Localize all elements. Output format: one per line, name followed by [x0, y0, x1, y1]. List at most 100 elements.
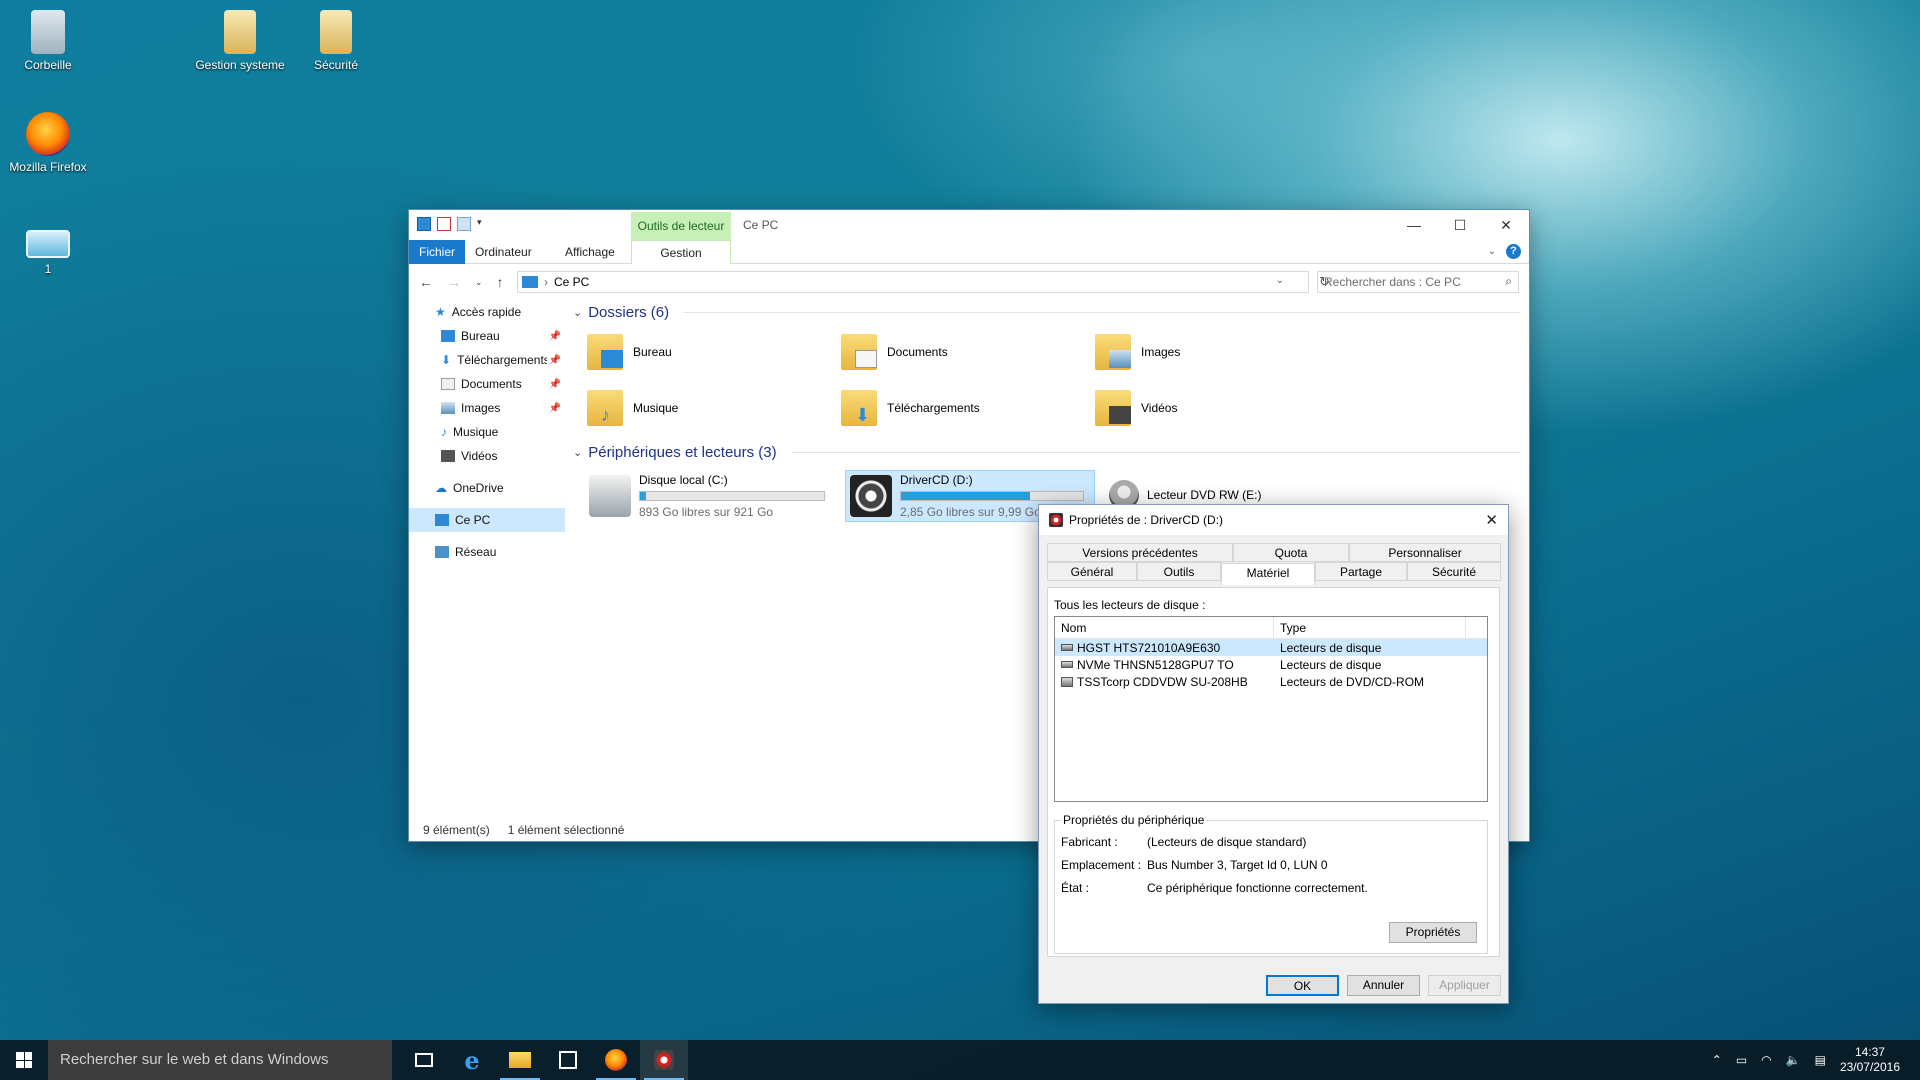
firefox-button[interactable]: [592, 1040, 640, 1080]
folder-documents[interactable]: Documents: [841, 330, 1095, 374]
disc-icon: [654, 1050, 674, 1070]
column-header-type[interactable]: Type: [1274, 617, 1466, 638]
folder-pictures-icon: [1095, 334, 1131, 370]
chevron-down-icon[interactable]: ▾: [477, 217, 487, 231]
folder-telechargements[interactable]: ⬇ Téléchargements: [841, 386, 1095, 430]
close-icon[interactable]: ✕: [1485, 511, 1498, 529]
list-row[interactable]: NVMe THNSN5128GPU7 TO Lecteurs de disque: [1055, 656, 1487, 673]
properties-button[interactable]: Propriétés: [1389, 922, 1477, 943]
drives-listview[interactable]: Nom Type HGST HTS721010A9E630 Lecteurs d…: [1054, 616, 1488, 802]
sidebar-item-quick-access[interactable]: ★ Accès rapide: [409, 300, 565, 324]
computer-icon[interactable]: [417, 217, 431, 231]
pin-icon[interactable]: 📌: [549, 331, 561, 342]
tab-ordinateur[interactable]: Ordinateur: [465, 240, 542, 264]
desktop-icon-recycle-bin[interactable]: Corbeille: [0, 10, 96, 72]
wifi-icon[interactable]: ◠: [1761, 1053, 1771, 1067]
expand-ribbon-icon[interactable]: ⌄: [1488, 246, 1496, 257]
tab-versions-precedentes[interactable]: Versions précédentes: [1047, 543, 1233, 562]
folder-musique[interactable]: ♪ Musique: [587, 386, 841, 430]
back-icon[interactable]: ←: [419, 274, 433, 290]
tab-affichage[interactable]: Affichage: [555, 240, 625, 264]
folder-bureau[interactable]: Bureau: [587, 330, 841, 374]
sidebar-item-musique[interactable]: ♪ Musique: [409, 420, 565, 444]
row-type: Lecteurs de disque: [1280, 657, 1382, 672]
divider: [790, 451, 1521, 453]
tab-general[interactable]: Général: [1047, 562, 1137, 581]
clock[interactable]: 14:37 23/07/2016: [1840, 1045, 1900, 1075]
sidebar-item-videos[interactable]: Vidéos: [409, 444, 565, 468]
tab-gestion[interactable]: Gestion: [631, 240, 731, 264]
document-icon: [224, 10, 256, 54]
chevron-up-icon[interactable]: ⌃: [1712, 1053, 1722, 1067]
tab-partage[interactable]: Partage: [1315, 562, 1407, 581]
breadcrumb-ce-pc[interactable]: Ce PC: [554, 275, 589, 289]
notifications-icon[interactable]: ▤: [1815, 1053, 1826, 1067]
folders-group-header[interactable]: ⌄ Dossiers (6): [573, 300, 1521, 324]
start-button[interactable]: [0, 1040, 48, 1080]
pin-icon[interactable]: 📌: [549, 355, 561, 366]
taskbar-search[interactable]: Rechercher sur le web et dans Windows: [48, 1040, 392, 1080]
drive-usage-bar: [639, 491, 825, 501]
apply-button[interactable]: Appliquer: [1428, 975, 1501, 996]
volume-icon[interactable]: 🔈: [1786, 1053, 1801, 1067]
tab-fichier[interactable]: Fichier: [409, 240, 465, 264]
desktop-icon-firefox[interactable]: Mozilla Firefox: [0, 112, 96, 174]
forward-icon[interactable]: →: [447, 274, 461, 290]
star-icon: ★: [435, 305, 446, 319]
group-legend: Propriétés du périphérique: [1061, 813, 1207, 827]
desktop-icon-securite[interactable]: Sécurité: [288, 10, 384, 72]
folder-label: Vidéos: [1141, 401, 1178, 415]
sidebar-item-onedrive[interactable]: ☁ OneDrive: [409, 476, 565, 500]
desktop-icon-gestion-systeme[interactable]: Gestion systeme: [192, 10, 288, 72]
sidebar-item-telechargements[interactable]: ⬇ Téléchargements 📌: [409, 348, 565, 372]
pin-icon[interactable]: 📌: [549, 379, 561, 390]
search-input[interactable]: Rechercher dans : Ce PC ⌕: [1317, 271, 1519, 293]
tab-outils[interactable]: Outils: [1137, 562, 1221, 581]
column-header-nom[interactable]: Nom: [1055, 617, 1274, 638]
desktop-icon-1[interactable]: 1: [0, 220, 96, 276]
tab-securite[interactable]: Sécurité: [1407, 562, 1501, 581]
address-bar[interactable]: › Ce PC ⌄ ↻: [517, 271, 1330, 293]
edge-button[interactable]: e: [448, 1040, 496, 1080]
folder-label: Musique: [633, 401, 679, 415]
list-row[interactable]: HGST HTS721010A9E630 Lecteurs de disque: [1055, 639, 1487, 656]
help-icon[interactable]: ?: [1506, 244, 1521, 259]
ok-button[interactable]: OK: [1266, 975, 1339, 996]
row-type: Lecteurs de DVD/CD-ROM: [1280, 674, 1425, 689]
drive-properties-button[interactable]: [640, 1040, 688, 1080]
recent-dropdown-icon[interactable]: ⌄: [475, 277, 483, 290]
sidebar-item-documents[interactable]: Documents 📌: [409, 372, 565, 396]
tab-quota[interactable]: Quota: [1233, 543, 1349, 562]
sidebar-item-images[interactable]: Images 📌: [409, 396, 565, 420]
sidebar-item-reseau[interactable]: Réseau: [409, 540, 565, 564]
folder-videos[interactable]: Vidéos: [1095, 386, 1349, 430]
hard-drive-icon: [589, 475, 631, 517]
list-row[interactable]: TSSTcorp CDDVDW SU-208HB Lecteurs de DVD…: [1055, 673, 1487, 690]
task-view-button[interactable]: [400, 1040, 448, 1080]
sidebar-item-bureau[interactable]: Bureau 📌: [409, 324, 565, 348]
properties-icon[interactable]: [437, 217, 451, 231]
folder-images[interactable]: Images: [1095, 330, 1349, 374]
drives-group-header[interactable]: ⌄ Périphériques et lecteurs (3): [573, 440, 1521, 464]
tab-materiel[interactable]: Matériel: [1221, 563, 1315, 585]
folder-label: Bureau: [633, 345, 672, 359]
sidebar-item-ce-pc[interactable]: Ce PC: [409, 508, 565, 532]
tab-personnaliser[interactable]: Personnaliser: [1349, 543, 1501, 562]
folder-documents-icon: [841, 334, 877, 370]
battery-icon[interactable]: ▭: [1736, 1053, 1747, 1067]
search-icon[interactable]: ⌕: [1505, 274, 1512, 289]
chevron-down-icon[interactable]: ⌄: [1276, 275, 1284, 286]
new-folder-icon[interactable]: [457, 217, 471, 231]
cancel-button[interactable]: Annuler: [1347, 975, 1420, 996]
file-explorer-button[interactable]: [496, 1040, 544, 1080]
up-icon[interactable]: ↑: [497, 274, 504, 290]
pin-icon[interactable]: 📌: [549, 403, 561, 414]
desktop-icon-label: Gestion systeme: [195, 58, 285, 72]
store-button[interactable]: [544, 1040, 592, 1080]
close-icon[interactable]: ✕: [1483, 210, 1529, 240]
drive-c[interactable]: Disque local (C:) 893 Go libres sur 921 …: [585, 470, 835, 522]
prop-fabricant: Fabricant : (Lecteurs de disque standard…: [1061, 835, 1306, 849]
prop-key: Fabricant :: [1061, 835, 1118, 849]
maximize-icon[interactable]: ☐: [1437, 210, 1483, 240]
minimize-icon[interactable]: —: [1391, 210, 1437, 240]
